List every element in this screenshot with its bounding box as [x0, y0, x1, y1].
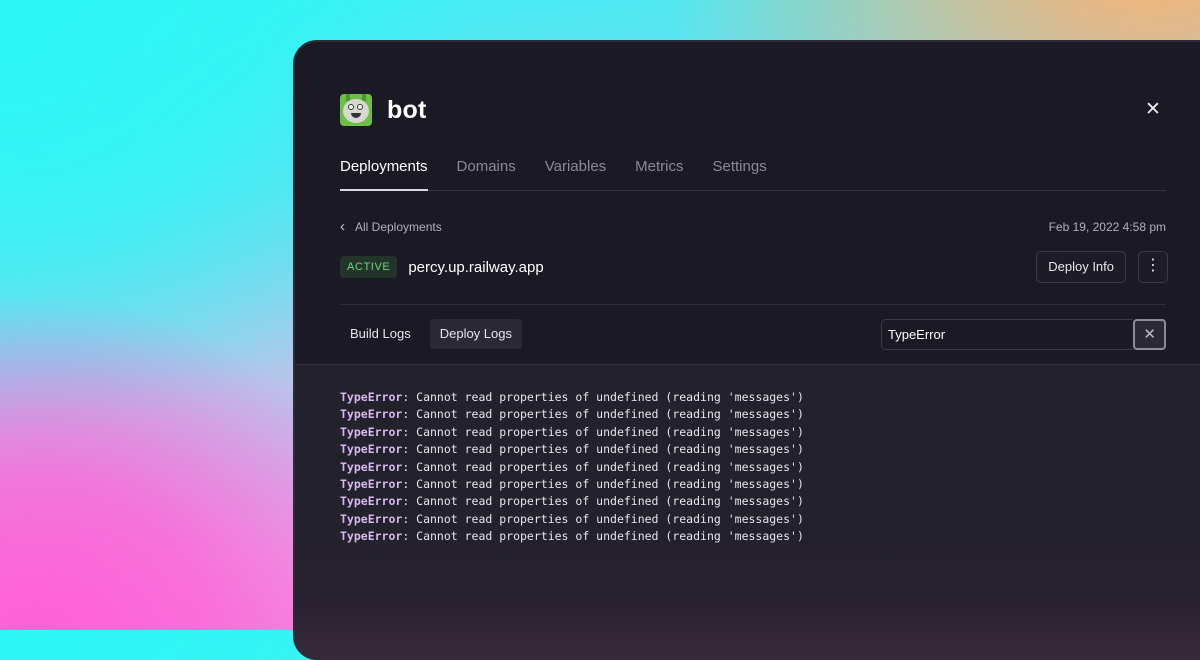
log-line: TypeError: Cannot read properties of und… [340, 459, 804, 476]
log-match-highlight: TypeError [340, 511, 403, 526]
service-panel: bot ✕ Deployments Domains Variables Metr… [293, 40, 1200, 660]
log-match-highlight: TypeError [340, 390, 403, 404]
tab-variables[interactable]: Variables [545, 150, 606, 182]
log-line: TypeError: Cannot read properties of und… [340, 493, 804, 510]
log-match-highlight: TypeError [340, 494, 403, 509]
log-message: : Cannot read properties of undefined (r… [402, 442, 804, 457]
deploy-logs-tab[interactable]: Deploy Logs [429, 319, 522, 349]
deployment-row: ACTIVE percy.up.railway.app Deploy Info … [340, 251, 1168, 283]
log-line: TypeError: Cannot read properties of und… [340, 476, 804, 493]
deployment-url-link[interactable]: percy.up.railway.app [408, 259, 543, 276]
all-deployments-link[interactable]: ‹ All Deployments [340, 218, 442, 236]
log-output[interactable]: TypeError: Cannot read properties of und… [295, 364, 1200, 658]
deploy-info-button[interactable]: Deploy Info [1036, 251, 1126, 283]
all-deployments-label: All Deployments [355, 220, 442, 234]
log-line: TypeError: Cannot read properties of und… [340, 441, 804, 458]
log-line: TypeError: Cannot read properties of und… [340, 389, 804, 406]
service-title: bot [387, 95, 427, 124]
log-match-highlight: TypeError [340, 459, 403, 474]
log-line: TypeError: Cannot read properties of und… [340, 406, 804, 423]
log-message: : Cannot read properties of undefined (r… [402, 424, 804, 439]
tab-domains[interactable]: Domains [457, 150, 516, 182]
log-search: ✕ [881, 319, 1166, 350]
section-divider [340, 304, 1166, 305]
close-icon[interactable]: ✕ [1141, 98, 1165, 122]
deployment-nav-row: ‹ All Deployments Feb 19, 2022 4:58 pm [340, 218, 1166, 236]
chevron-left-icon: ‹ [340, 218, 345, 235]
log-match-highlight: TypeError [340, 424, 403, 439]
service-header: bot [340, 94, 426, 126]
log-line: TypeError: Cannot read properties of und… [340, 424, 804, 441]
log-match-highlight: TypeError [340, 476, 403, 491]
log-message: : Cannot read properties of undefined (r… [402, 529, 804, 544]
log-lines: TypeError: Cannot read properties of und… [340, 389, 804, 546]
log-search-input[interactable] [881, 319, 1134, 350]
log-message: : Cannot read properties of undefined (r… [402, 494, 804, 509]
log-message: : Cannot read properties of undefined (r… [402, 407, 804, 422]
tab-deployments[interactable]: Deployments [340, 150, 428, 191]
log-match-highlight: TypeError [340, 529, 403, 544]
deployment-date: Feb 19, 2022 4:58 pm [1048, 220, 1166, 234]
log-message: : Cannot read properties of undefined (r… [402, 511, 804, 526]
status-badge: ACTIVE [340, 256, 398, 278]
log-message: : Cannot read properties of undefined (r… [402, 459, 804, 474]
tab-settings[interactable]: Settings [713, 150, 767, 182]
log-tabs: Build Logs Deploy Logs [340, 319, 531, 349]
more-options-icon[interactable]: ⋮ [1138, 251, 1168, 283]
log-match-highlight: TypeError [340, 407, 403, 422]
service-tabs: Deployments Domains Variables Metrics Se… [340, 150, 1166, 191]
log-message: : Cannot read properties of undefined (r… [402, 476, 804, 491]
tab-metrics[interactable]: Metrics [635, 150, 683, 182]
clear-search-icon[interactable]: ✕ [1133, 319, 1166, 350]
service-avatar-icon [340, 94, 372, 126]
log-message: : Cannot read properties of undefined (r… [402, 390, 804, 404]
log-line: TypeError: Cannot read properties of und… [340, 528, 804, 545]
log-line: TypeError: Cannot read properties of und… [340, 511, 804, 528]
log-match-highlight: TypeError [340, 442, 403, 457]
build-logs-tab[interactable]: Build Logs [340, 319, 421, 349]
